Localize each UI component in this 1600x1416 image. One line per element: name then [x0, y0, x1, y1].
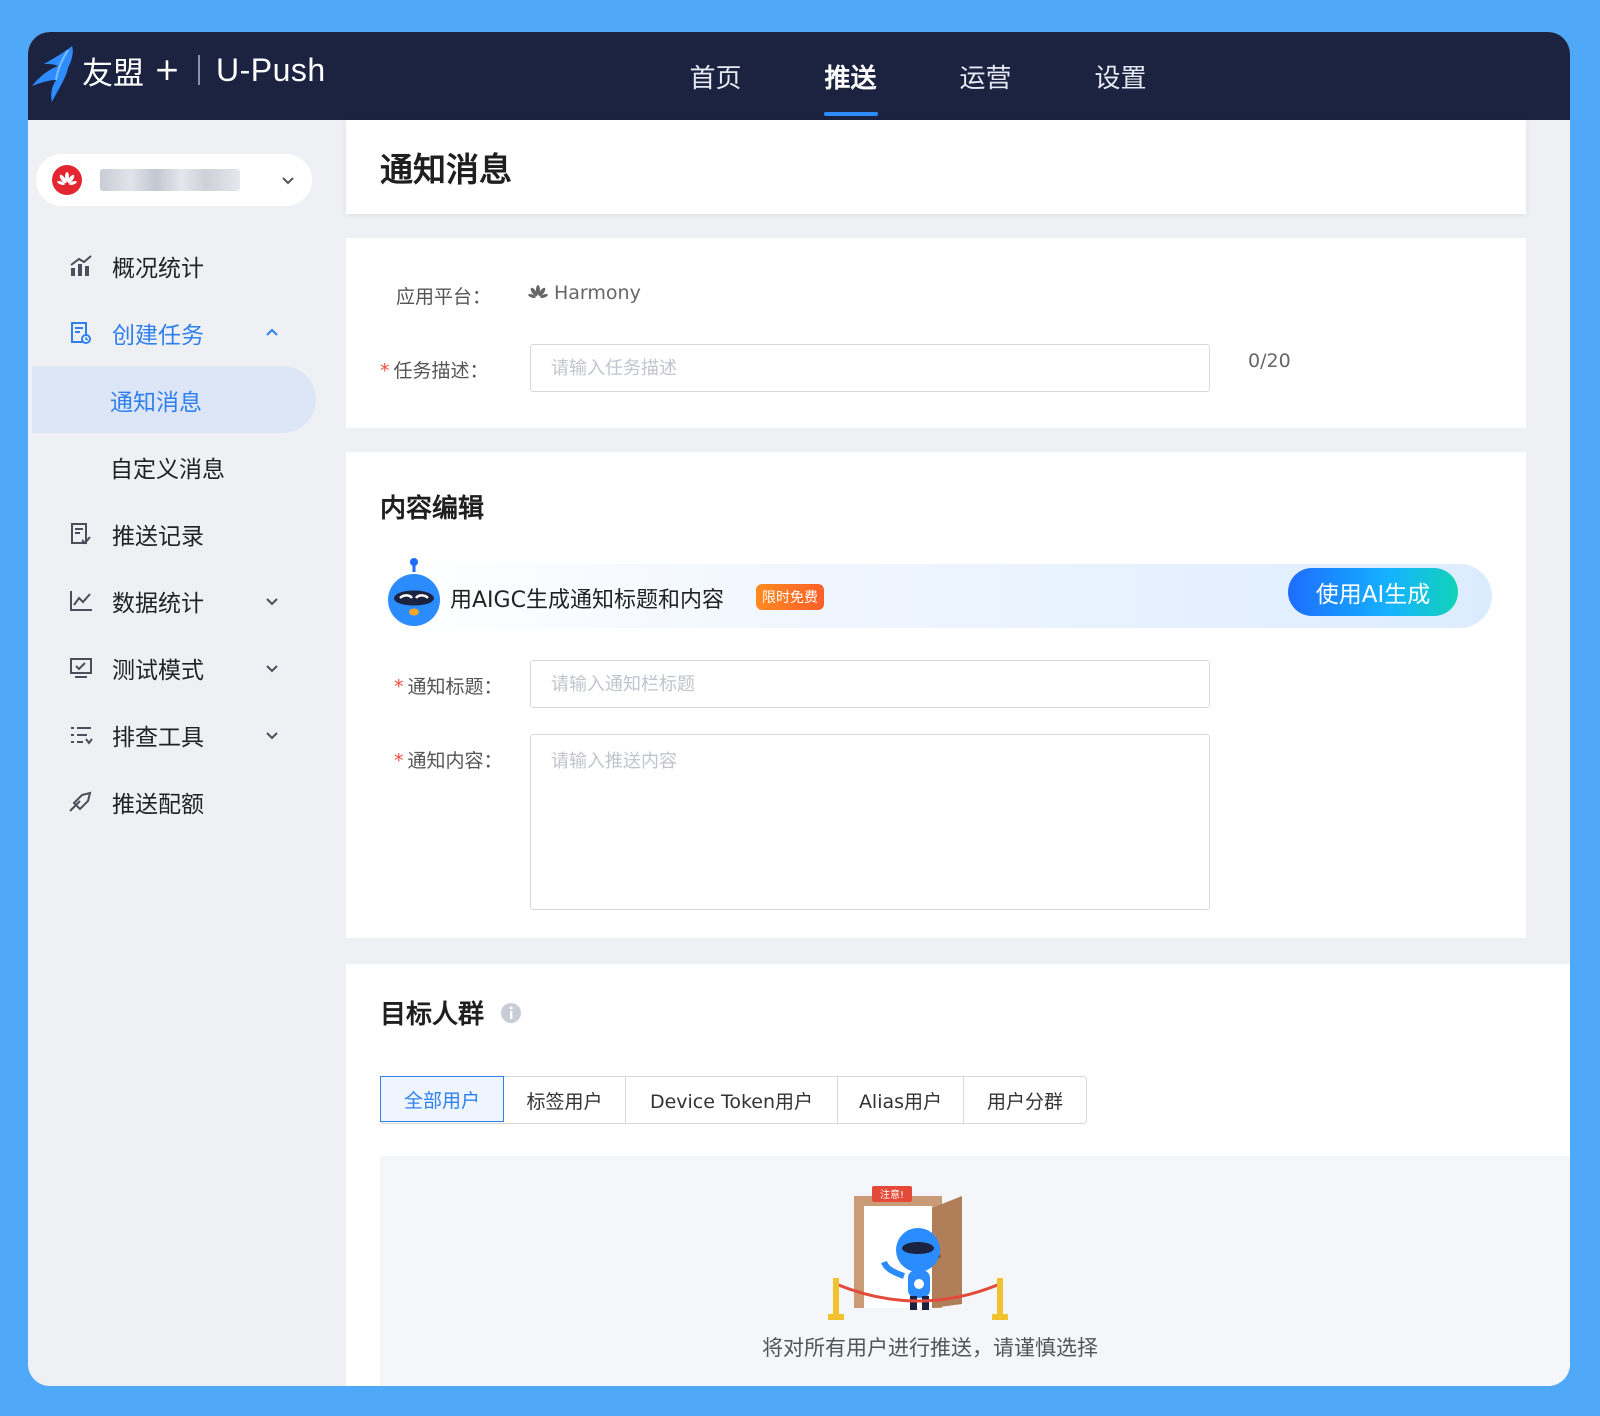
sidebar-subitem-custom-message[interactable]: 自定义消息 [28, 433, 346, 500]
sidebar-item-troubleshoot[interactable]: 排查工具 [28, 701, 346, 768]
required-mark: * [394, 676, 404, 698]
list-icon [68, 722, 94, 748]
notice-sign-text: 注意! [880, 1188, 904, 1201]
sidebar-menu: 概况统计 创建任务 通知消息 自定义消息 推送记录 数据统计 测试模式 排查工具… [28, 232, 346, 835]
nav-push[interactable]: 推送 [783, 32, 918, 120]
top-navbar: 友盟 + U-Push 首页 推送 运营 设置 [28, 32, 1570, 120]
sidebar-item-push-quota[interactable]: 推送配额 [28, 768, 346, 835]
task-desc-counter: 0/20 [1248, 350, 1291, 372]
notification-title-label: * 通知标题： [394, 672, 503, 699]
record-icon [68, 521, 94, 547]
target-section-title: 目标人群 [380, 1000, 485, 1030]
platform-label: 应用平台： [396, 286, 492, 308]
required-mark: * [394, 750, 404, 772]
tab-user-segments[interactable]: 用户分群 [964, 1077, 1086, 1123]
sidebar-item-create-task[interactable]: 创建任务 [28, 299, 346, 366]
sidebar-item-label: 测试模式 [112, 657, 204, 684]
task-icon [68, 320, 94, 346]
content-section-title: 内容编辑 [380, 494, 485, 524]
sidebar: 概况统计 创建任务 通知消息 自定义消息 推送记录 数据统计 测试模式 排查工具… [28, 120, 346, 1386]
page-title: 通知消息 [346, 120, 1526, 214]
notification-body-label: * 通知内容： [394, 746, 503, 773]
chevron-up-icon [266, 328, 278, 336]
sidebar-item-label: 数据统计 [112, 590, 204, 617]
chevron-down-icon [266, 731, 278, 739]
product-name: U-Push [215, 51, 326, 88]
content-edit-card: 内容编辑 用AIGC生成通知标题和内容 限时免费 使用AI生成 *通知标题： *… [346, 452, 1526, 938]
robot-mascot-icon [388, 558, 440, 626]
brand[interactable]: 友盟 + U-Push [82, 50, 326, 92]
all-users-notice: 注意! 将对所有用户进行推送，请谨慎选择 [380, 1156, 1570, 1386]
brand-divider [197, 55, 200, 85]
chevron-down-icon [266, 664, 278, 672]
sidebar-item-push-records[interactable]: 推送记录 [28, 500, 346, 567]
all-users-notice-text: 将对所有用户进行推送，请谨慎选择 [762, 1336, 1098, 1360]
tab-tag-users[interactable]: 标签用户 [504, 1077, 626, 1123]
notification-body-label-text: 通知内容： [407, 750, 503, 772]
aigc-banner: 用AIGC生成通知标题和内容 限时免费 使用AI生成 [380, 558, 1492, 628]
notification-title-label-text: 通知标题： [407, 676, 503, 698]
monitor-icon [68, 655, 94, 681]
umeng-bird-logo-icon [32, 46, 73, 102]
sidebar-subitem-notification[interactable]: 通知消息 [32, 366, 316, 433]
sidebar-item-label: 创建任务 [112, 322, 204, 349]
huawei-icon [528, 285, 548, 299]
chevron-down-icon [282, 177, 294, 185]
nav-home[interactable]: 首页 [648, 32, 783, 120]
info-icon[interactable] [500, 1002, 522, 1024]
line-chart-icon [68, 588, 94, 614]
nav-settings[interactable]: 设置 [1053, 32, 1188, 120]
target-audience-card: 目标人群 全部用户 标签用户 Device Token用户 Alias用户 用户… [346, 964, 1570, 1386]
brand-plus: + [154, 52, 180, 88]
task-desc-label: * 任务描述： [380, 356, 489, 383]
huawei-logo-icon [52, 165, 82, 195]
platform-value: Harmony [528, 282, 641, 304]
tab-device-token-users[interactable]: Device Token用户 [626, 1077, 838, 1123]
aigc-banner-text: 用AIGC生成通知标题和内容 [450, 588, 724, 613]
sidebar-item-label: 推送记录 [112, 523, 204, 550]
audience-tabs: 全部用户 标签用户 Device Token用户 Alias用户 用户分群 [380, 1076, 1087, 1124]
nav-operation[interactable]: 运营 [918, 32, 1053, 120]
sidebar-item-data-stats[interactable]: 数据统计 [28, 567, 346, 634]
app-selector[interactable] [36, 154, 312, 206]
required-mark: * [380, 360, 390, 382]
notification-body-textarea[interactable] [530, 734, 1210, 910]
basic-info-card: 应用平台： Harmony *任务描述： 0/20 [346, 238, 1526, 428]
sidebar-item-label: 推送配额 [112, 791, 204, 818]
sidebar-item-label: 概况统计 [112, 255, 204, 282]
caution-door-illustration-icon: 注意! [828, 1186, 1008, 1320]
free-badge: 限时免费 [756, 584, 824, 610]
platform-name: Harmony [554, 282, 641, 304]
sidebar-item-test-mode[interactable]: 测试模式 [28, 634, 346, 701]
main-nav: 首页 推送 运营 设置 [648, 32, 1188, 120]
brand-name: 友盟 [82, 55, 144, 92]
tab-alias-users[interactable]: Alias用户 [838, 1077, 964, 1123]
ai-generate-button[interactable]: 使用AI生成 [1288, 568, 1458, 616]
chevron-down-icon [266, 597, 278, 605]
app-name-redacted [100, 169, 240, 191]
sidebar-item-overview[interactable]: 概况统计 [28, 232, 346, 299]
app-window: 友盟 + U-Push 首页 推送 运营 设置 概况统计 创建任务 通知消息 自… [28, 32, 1570, 1386]
task-desc-label-text: 任务描述： [393, 360, 489, 382]
task-desc-input[interactable] [530, 344, 1210, 392]
plane-icon [68, 789, 94, 815]
tab-all-users[interactable]: 全部用户 [380, 1076, 504, 1122]
chart-icon [68, 253, 94, 279]
notification-title-input[interactable] [530, 660, 1210, 708]
sidebar-item-label: 排查工具 [112, 724, 204, 751]
